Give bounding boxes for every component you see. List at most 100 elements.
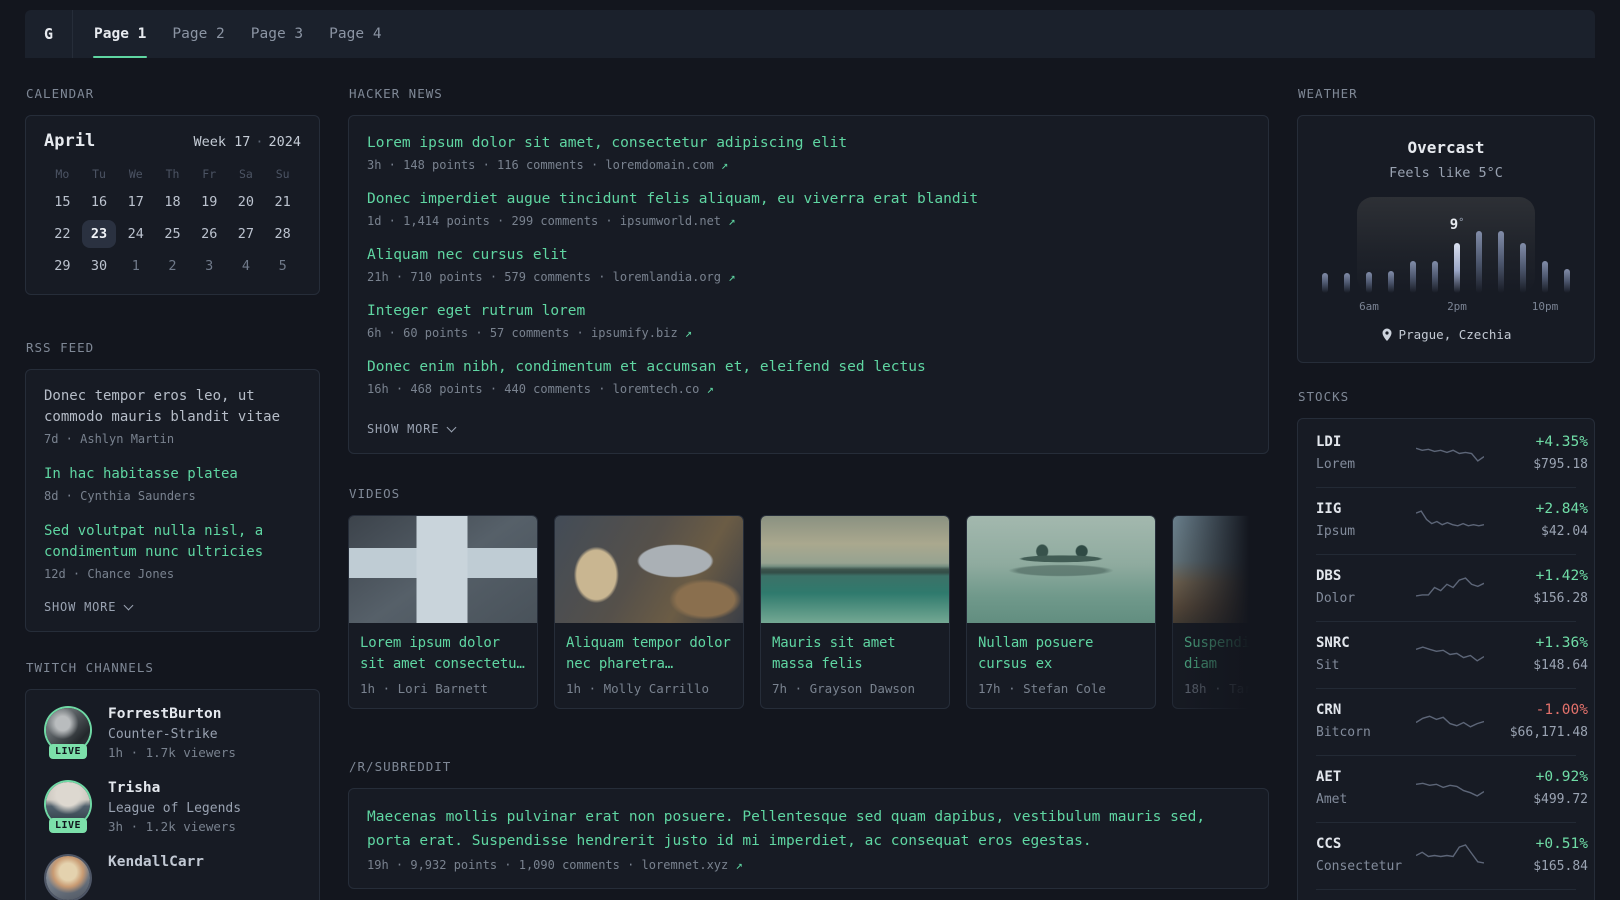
hackernews-item-title[interactable]: Integer eget rutrum lorem <box>367 300 1250 322</box>
stock-name: Bitcorn <box>1316 724 1371 740</box>
video-title[interactable]: Lorem ipsum dolor sit amet consectetu… <box>360 633 526 675</box>
stock-row[interactable]: IIG Ipsum +2.84% $42.04 <box>1316 486 1588 554</box>
twitch-channel-category[interactable]: League of Legends <box>108 801 241 816</box>
rss-item-title[interactable]: Sed volutpat nulla nisl, a condimentum n… <box>44 521 301 563</box>
item-meta: 19h · 9,932 points · 1,090 comments · lo… <box>367 858 743 872</box>
twitch-channel-name[interactable]: ForrestBurton <box>108 706 236 722</box>
twitch-channel-row[interactable]: KendallCarr <box>44 854 301 900</box>
video-card[interactable]: Mauris sit amet massa felis 7h · Grayson D… <box>760 515 950 709</box>
video-title[interactable]: Aliquam tempor dolor nec pharetra… <box>566 633 732 675</box>
stock-id: LDI Lorem <box>1316 433 1416 474</box>
video-title-line: diam <box>1184 656 1217 672</box>
stock-row[interactable]: AHS+0.46% <box>1316 888 1576 900</box>
video-title[interactable]: Suspendisse diam <box>1184 633 1269 675</box>
twitch-channel-name[interactable]: Trisha <box>108 780 241 796</box>
twitch-channel-category[interactable]: Counter-Strike <box>108 727 236 742</box>
twitch-channel-row[interactable]: LIVE Trisha League of Legends 3h · 1.2k vie… <box>44 780 301 834</box>
app-logo[interactable]: G <box>25 10 73 58</box>
video-title[interactable]: Mauris sit amet massa felis <box>772 633 938 675</box>
video-title-line: Mauris sit amet <box>772 635 896 651</box>
video-meta: 18h · Tara <box>1184 681 1260 696</box>
stock-row[interactable]: CRN Bitcorn -1.00% $66,171.48 <box>1316 687 1588 755</box>
rss-item-meta: 7d · Ashlyn Martin <box>44 432 175 446</box>
hackernews-item-title[interactable]: Lorem ipsum dolor sit amet, consectetur … <box>367 132 1250 154</box>
calendar-separator: · <box>255 134 264 150</box>
hackernews-show-more-label: SHOW MORE <box>367 422 440 436</box>
stock-ticker: CCS <box>1316 835 1342 852</box>
stock-row[interactable]: AET Amet +0.92% $499.72 <box>1316 754 1588 822</box>
tab-page-1[interactable]: Page 1 <box>93 10 148 58</box>
stock-sparkline-wrap <box>1416 440 1484 466</box>
item-domain[interactable]: loremdomain.com <box>605 158 721 172</box>
stock-values: +0.92% $499.72 <box>1484 768 1588 809</box>
stock-values: +2.84% $42.04 <box>1484 500 1588 541</box>
item-domain[interactable]: loremlandia.org <box>613 270 729 284</box>
hackernews-item-title[interactable]: Donec enim nibh, condimentum et accumsan… <box>367 356 1250 378</box>
subreddit-widget: Maecenas mollis pulvinar erat non posuer… <box>348 788 1269 889</box>
video-card[interactable]: Nullam posuere cursus ex 17h · Stefan Cole <box>966 515 1156 709</box>
rss-item-title[interactable]: In hac habitasse platea <box>44 464 301 485</box>
stock-values: +1.42% $156.28 <box>1484 567 1588 608</box>
twitch-avatar-wrap[interactable]: LIVE <box>44 706 92 760</box>
stock-id: DBS Dolor <box>1316 567 1416 608</box>
video-thumbnail[interactable] <box>967 516 1155 623</box>
weather-hourly-chart: 9° <box>1322 197 1570 293</box>
stock-sparkline <box>1416 782 1484 797</box>
video-thumbnail[interactable] <box>761 516 949 623</box>
calendar-month: April <box>44 131 96 151</box>
calendar-day-header: Su <box>275 167 290 181</box>
hackernews-item-title[interactable]: Aliquam nec cursus elit <box>367 244 1250 266</box>
stock-row[interactable]: SNRC Sit +1.36% $148.64 <box>1316 620 1588 688</box>
calendar-date: 28 <box>274 226 291 242</box>
calendar-date: 15 <box>54 194 71 210</box>
rss-show-more-button[interactable]: SHOW MORE <box>44 600 134 614</box>
stock-id: IIG Ipsum <box>1316 500 1416 541</box>
video-meta: 17h · Stefan Cole <box>978 681 1106 696</box>
video-card-body: Nullam posuere cursus ex 17h · Stefan Cole <box>967 623 1155 708</box>
item-domain[interactable]: loremtech.co <box>613 382 707 396</box>
stock-values: -1.00% $66,171.48 <box>1484 701 1588 742</box>
calendar-date: 16 <box>90 194 108 210</box>
video-thumbnail[interactable] <box>349 516 537 623</box>
hackernews-show-more-button[interactable]: SHOW MORE <box>367 422 457 436</box>
stock-row[interactable]: LDI Lorem +4.35% $795.18 <box>1316 421 1588 487</box>
stock-row[interactable]: CCS Consectetur +0.51% $165.84 <box>1316 821 1588 889</box>
twitch-avatar-wrap[interactable]: LIVE <box>44 780 92 834</box>
video-carousel[interactable]: Lorem ipsum dolor sit amet consectetu… 1h … <box>348 515 1269 709</box>
twitch-channel-name[interactable]: KendallCarr <box>108 854 204 870</box>
subreddit-post-title[interactable]: Maecenas mollis pulvinar erat non posuer… <box>367 805 1212 853</box>
tab-page-3[interactable]: Page 3 <box>250 10 304 58</box>
tab-page-2[interactable]: Page 2 <box>171 10 225 58</box>
video-thumbnail[interactable] <box>555 516 743 623</box>
item-domain[interactable]: loremnet.xyz <box>642 858 736 872</box>
video-card[interactable]: Lorem ipsum dolor sit amet consectetu… 1h … <box>348 515 538 709</box>
location-pin-icon <box>1382 328 1392 341</box>
item-domain[interactable]: ipsumworld.net <box>620 214 728 228</box>
video-title[interactable]: Nullam posuere cursus ex <box>978 633 1144 675</box>
stock-id: CCS Consectetur <box>1316 835 1416 876</box>
stock-row[interactable]: DBS Dolor +1.42% $156.28 <box>1316 553 1588 621</box>
twitch-avatar-wrap[interactable] <box>44 854 92 900</box>
rss-item-title[interactable]: Donec tempor eros leo, ut commodo mauris… <box>44 386 301 428</box>
item-domain[interactable]: ipsumify.biz <box>591 326 685 340</box>
stock-id: CRN Bitcorn <box>1316 701 1416 742</box>
hackernews-item: Aliquam nec cursus elit 21h · 710 points … <box>367 244 1250 284</box>
video-title-line: Lorem ipsum dolor <box>360 635 500 651</box>
stock-name: Sit <box>1316 657 1340 673</box>
video-thumbnail[interactable] <box>1173 516 1269 623</box>
external-link-icon: ↗ <box>728 214 736 228</box>
video-card[interactable]: Suspendisse diam 18h · Tara <box>1172 515 1269 709</box>
video-meta: 7h · Grayson Dawson <box>772 681 915 696</box>
stock-name: Lorem <box>1316 456 1356 472</box>
item-meta: 16h · 468 points · 440 comments · loremt… <box>367 382 714 396</box>
avatar <box>46 856 90 900</box>
stock-change: +0.92% <box>1535 768 1588 785</box>
stock-sparkline <box>1416 510 1484 527</box>
twitch-channel-row[interactable]: LIVE ForrestBurton Counter-Strike 1h · 1.7k… <box>44 706 301 760</box>
tab-page-4[interactable]: Page 4 <box>328 10 382 58</box>
stock-values: +4.35% $795.18 <box>1484 433 1588 474</box>
video-card[interactable]: Aliquam tempor dolor nec pharetra… 1h · Mo… <box>554 515 744 709</box>
video-title-line: Aliquam tempor dolor <box>566 635 731 651</box>
weather-bar <box>1476 231 1482 293</box>
hackernews-item-title[interactable]: Donec imperdiet augue tincidunt felis al… <box>367 188 1250 210</box>
